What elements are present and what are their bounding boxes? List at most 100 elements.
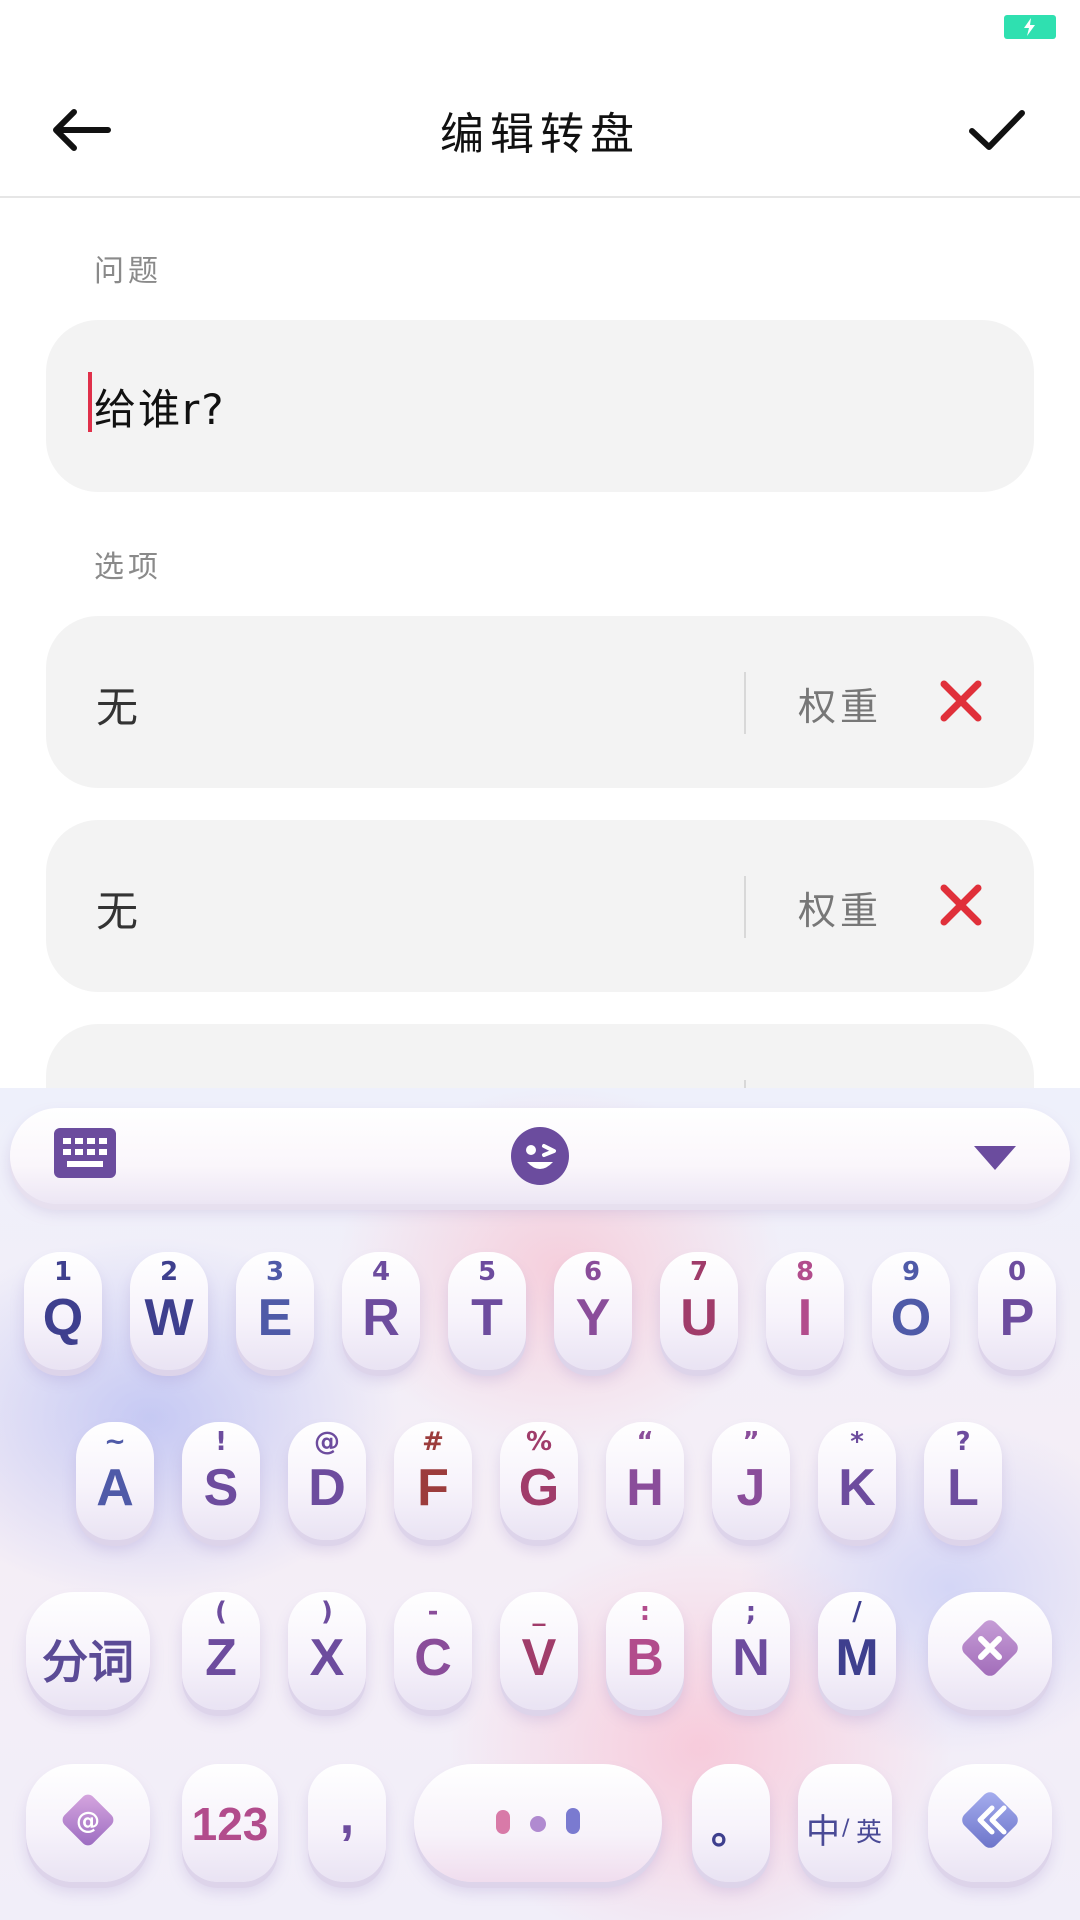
key-label: X <box>309 1629 345 1687</box>
key-h[interactable]: “H <box>606 1422 684 1540</box>
key-e[interactable]: 3E <box>236 1252 314 1370</box>
key-secondary-label: 1 <box>53 1257 73 1287</box>
key-label: N <box>732 1629 770 1687</box>
backspace-key[interactable] <box>928 1592 1052 1710</box>
backspace-icon <box>962 1620 1018 1676</box>
separator-label: / <box>842 1816 850 1841</box>
numbers-key[interactable]: 123 <box>182 1764 278 1882</box>
key-secondary-label: ! <box>215 1427 227 1457</box>
key-w[interactable]: 2W <box>130 1252 208 1370</box>
enter-key[interactable] <box>928 1764 1052 1882</box>
key-secondary-label: 0 <box>1007 1257 1027 1287</box>
key-x[interactable]: ) X <box>288 1592 366 1710</box>
key-secondary-label: : <box>639 1597 651 1627</box>
delete-option-button[interactable] <box>936 880 986 930</box>
key-secondary-label: 9 <box>901 1257 921 1287</box>
question-input[interactable]: 给谁r? <box>46 320 1034 492</box>
key-label: T <box>471 1289 503 1347</box>
key-f[interactable]: # F <box>394 1422 472 1540</box>
option-value-input[interactable]: 无 <box>96 878 138 939</box>
at-key[interactable]: @ <box>26 1764 150 1882</box>
key-secondary-label: “ <box>636 1427 654 1457</box>
key-o[interactable]: 9O <box>872 1252 950 1370</box>
divider <box>744 672 746 734</box>
key-q[interactable]: 1Q <box>24 1252 102 1370</box>
key-t[interactable]: 5T <box>448 1252 526 1370</box>
key-label: B <box>626 1629 664 1687</box>
key-label: F <box>417 1459 449 1517</box>
key-secondary-label: # <box>422 1427 444 1457</box>
key-b[interactable]: :B <box>606 1592 684 1710</box>
key-label: 123 <box>191 1798 269 1850</box>
key-d[interactable]: @ D <box>288 1422 366 1540</box>
key-p[interactable]: 0P <box>978 1252 1056 1370</box>
key-z[interactable]: (Z <box>182 1592 260 1710</box>
question-input-value: 给谁r? <box>94 385 226 434</box>
status-bar <box>0 0 1080 50</box>
option-weight-input[interactable]: 权重 <box>798 880 882 935</box>
key-label: H <box>626 1459 664 1517</box>
delete-option-button[interactable] <box>936 676 986 726</box>
key-secondary-label: 5 <box>477 1257 497 1287</box>
confirm-button[interactable] <box>962 98 1032 162</box>
key-r[interactable]: 4R <box>342 1252 420 1370</box>
english-label: 英 <box>856 1818 883 1848</box>
key-label: W <box>144 1289 194 1347</box>
close-icon <box>940 680 982 722</box>
key-j[interactable]: ” J <box>712 1422 790 1540</box>
key-secondary-label: ” <box>742 1427 760 1457</box>
option-weight-input[interactable]: 权重 <box>798 676 882 731</box>
key-label: , <box>339 1787 355 1845</box>
segment-key[interactable]: 分词 <box>26 1592 150 1710</box>
key-secondary-label: _ <box>532 1597 546 1627</box>
key-secondary-label: ; <box>745 1597 757 1627</box>
key-g[interactable]: % G <box>500 1422 578 1540</box>
key-secondary-label: 4 <box>371 1257 391 1287</box>
key-m[interactable]: / M <box>818 1592 896 1710</box>
key-n[interactable]: ; N <box>712 1592 790 1710</box>
key-secondary-label: 6 <box>583 1257 603 1287</box>
key-label: V <box>521 1629 557 1687</box>
key-k[interactable]: * K <box>818 1422 896 1540</box>
triangle-down-icon <box>974 1146 1016 1170</box>
option-value-input[interactable]: 无 <box>96 674 138 735</box>
keyboard-icon <box>54 1128 116 1178</box>
space-key[interactable] <box>414 1764 662 1882</box>
at-icon: @ <box>62 1794 114 1846</box>
key-l[interactable]: ? L <box>924 1422 1002 1540</box>
key-label: A <box>96 1459 134 1517</box>
key-label: O <box>890 1289 932 1347</box>
key-i[interactable]: 8I <box>766 1252 844 1370</box>
key-y[interactable]: 6Y <box>554 1252 632 1370</box>
key-c[interactable]: -C <box>394 1592 472 1710</box>
comma-key[interactable]: , <box>308 1764 386 1882</box>
key-label: I <box>797 1289 813 1347</box>
key-label: D <box>308 1459 346 1517</box>
key-a[interactable]: ~ A <box>76 1422 154 1540</box>
key-s[interactable]: ! S <box>182 1422 260 1540</box>
key-label: U <box>680 1289 718 1347</box>
keyboard-layout-button[interactable] <box>54 1128 116 1182</box>
key-label: Y <box>575 1289 611 1347</box>
key-secondary-label: ~ <box>104 1427 126 1457</box>
emoji-button[interactable] <box>510 1126 570 1190</box>
page-title: 编辑转盘 <box>440 109 640 160</box>
key-secondary-label: * <box>850 1427 864 1457</box>
key-secondary-label: % <box>525 1427 553 1457</box>
divider <box>744 876 746 938</box>
question-label: 问题 <box>94 254 162 289</box>
key-label: Z <box>205 1629 237 1687</box>
key-label: P <box>999 1289 1035 1347</box>
key-v[interactable]: _ V <box>500 1592 578 1710</box>
key-label: Q <box>42 1289 84 1347</box>
text-caret <box>88 372 92 432</box>
key-label: 分词 <box>42 1635 134 1689</box>
key-label: R <box>362 1289 400 1347</box>
key-u[interactable]: 7U <box>660 1252 738 1370</box>
period-key[interactable]: 。 <box>692 1764 770 1882</box>
key-secondary-label: 3 <box>265 1257 285 1287</box>
top-app-bar: 编辑转盘 <box>0 60 1080 198</box>
language-switch-key[interactable]: 中 / 英 <box>798 1764 892 1882</box>
hide-keyboard-button[interactable] <box>972 1144 1018 1176</box>
chinese-label: 中 <box>806 1812 840 1852</box>
